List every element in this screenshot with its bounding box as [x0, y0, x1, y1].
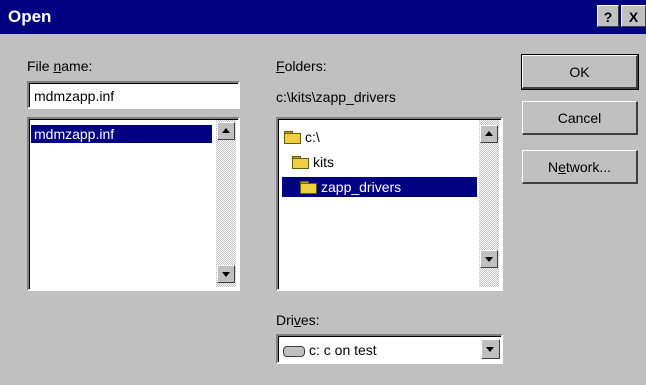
file-list-item[interactable]: mdmzapp.inf — [31, 125, 212, 143]
hard-drive-icon — [283, 345, 305, 357]
drives-label: Drives: — [276, 312, 320, 328]
arrow-up-icon — [222, 128, 230, 133]
current-folder-path: c:\kits\zapp_drivers — [276, 89, 396, 105]
help-button[interactable]: ? — [597, 5, 619, 27]
open-folder-icon — [284, 130, 301, 144]
file-name-label: File name: — [27, 58, 93, 74]
folder-item-kits[interactable]: kits — [292, 152, 334, 172]
arrow-down-icon — [485, 257, 493, 262]
drives-dropdown-button[interactable] — [481, 339, 500, 359]
close-button[interactable]: X — [621, 5, 646, 27]
file-list[interactable]: mdmzapp.inf — [27, 117, 240, 291]
file-list-scrollbar[interactable] — [216, 119, 236, 287]
help-icon: ? — [603, 9, 613, 25]
folder-tree-scrollbar[interactable] — [479, 119, 499, 287]
open-folder-icon — [300, 180, 317, 194]
folder-item-zapp-drivers[interactable]: zapp_drivers — [282, 177, 477, 197]
cancel-button[interactable]: Cancel — [522, 101, 638, 135]
close-icon: X — [628, 9, 639, 25]
title-bar[interactable]: Open ? X — [0, 0, 646, 34]
folders-label: Folders: — [276, 58, 327, 74]
arrow-up-icon — [485, 131, 493, 136]
network-button[interactable]: Ne twork... — [522, 150, 638, 184]
folder-item-c-root[interactable]: c:\ — [284, 127, 320, 147]
ok-button[interactable]: OK — [521, 54, 639, 90]
folder-tree[interactable]: c:\ kits zapp_drivers — [276, 117, 503, 291]
chevron-down-icon — [486, 347, 494, 352]
scroll-up-button[interactable] — [217, 122, 235, 140]
file-name-input[interactable]: mdmzapp.inf — [27, 81, 240, 109]
scroll-down-button[interactable] — [217, 265, 235, 283]
drives-value: c: c on test — [309, 342, 377, 358]
file-name-value: mdmzapp.inf — [34, 88, 115, 104]
dialog-title: Open — [8, 7, 52, 26]
scroll-down-button[interactable] — [480, 250, 498, 268]
open-folder-icon — [292, 155, 309, 169]
arrow-down-icon — [222, 272, 230, 277]
drives-select[interactable]: c: c on test — [276, 334, 503, 364]
scroll-up-button[interactable] — [480, 125, 498, 143]
open-dialog: Open ? X File name: mdmzapp.inf mdmzapp.… — [0, 0, 646, 385]
